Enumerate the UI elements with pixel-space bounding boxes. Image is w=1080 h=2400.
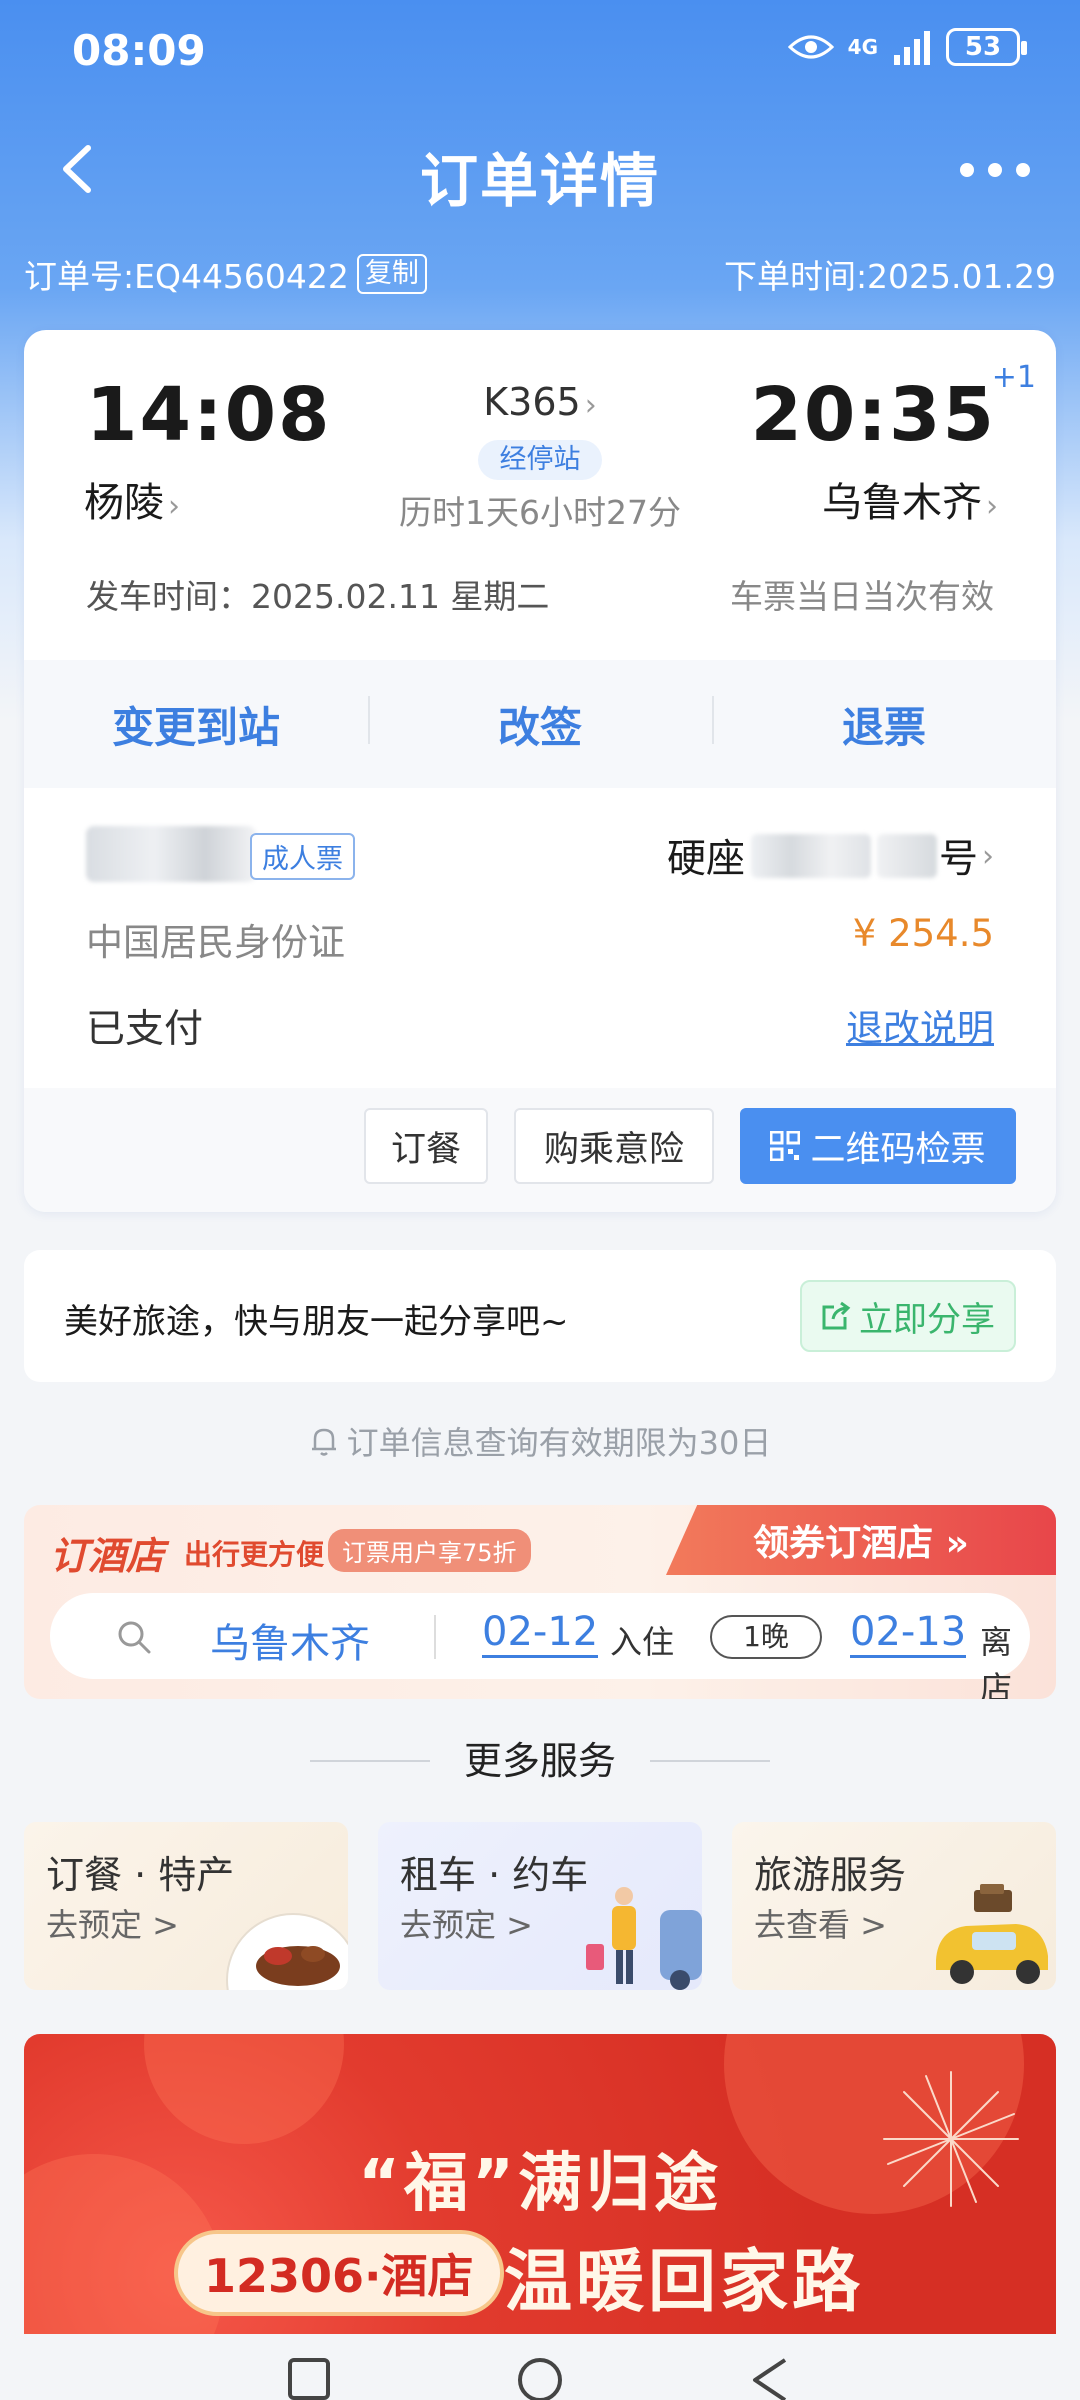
ticket-card-buttons: 订餐 购乘意险 二维码检票 bbox=[24, 1088, 1056, 1212]
status-icons: 4G 53 bbox=[787, 28, 1027, 66]
order-time: 下单时间:2025.01.29 bbox=[723, 257, 1056, 296]
trip-info: 14:08 杨陵 › K365 › 经停站 历时1天6小时27分 20:35 +1 … bbox=[24, 330, 1056, 660]
service-name: 租车 · 约车 bbox=[400, 1853, 589, 1897]
hotel-city[interactable]: 乌鲁木齐 bbox=[210, 1611, 370, 1669]
refund-button[interactable]: 退票 bbox=[712, 694, 1056, 755]
food-plate-icon bbox=[226, 1913, 348, 1990]
refund-info-link[interactable]: 退改说明 bbox=[846, 998, 994, 1052]
share-card: 美好旅途，快与朋友一起分享吧~ 立即分享 bbox=[24, 1250, 1056, 1382]
banner-title: “福”满归途 bbox=[357, 2147, 723, 2221]
system-nav-bar bbox=[0, 2334, 1080, 2400]
train-number-text: K365 bbox=[483, 380, 581, 424]
share-text: 美好旅途，快与朋友一起分享吧~ bbox=[64, 1302, 569, 1342]
checkout-label: 离店 bbox=[980, 1623, 1013, 1699]
change-destination-button[interactable]: 变更到站 bbox=[24, 694, 368, 755]
seat-info[interactable]: 硬座 号 › bbox=[667, 828, 994, 884]
departure-date: 发车时间：2025.02.11 星期二 bbox=[86, 577, 550, 616]
home-icon[interactable] bbox=[515, 2352, 565, 2400]
ticket-card: 14:08 杨陵 › K365 › 经停站 历时1天6小时27分 20:35 +1 … bbox=[24, 330, 1056, 1212]
hotel-coupon-button[interactable]: 领券订酒店 » bbox=[666, 1505, 1056, 1575]
arrival-station[interactable]: 乌鲁木齐 › bbox=[822, 470, 998, 528]
passenger-info: 成人票 硬座 号 › 中国居民身份证 ¥ 254.5 已支付 退改说明 bbox=[24, 788, 1056, 1088]
seat-class: 硬座 bbox=[666, 837, 745, 882]
order-number: 订单号:EQ44560422 复制 bbox=[24, 250, 427, 298]
share-icon bbox=[822, 1301, 851, 1330]
service-travel[interactable]: 旅游服务 去查看 > bbox=[732, 1822, 1056, 1990]
stops-button[interactable]: 经停站 bbox=[478, 440, 602, 480]
ticket-type-badge: 成人票 bbox=[250, 833, 355, 880]
qr-check-in-button[interactable]: 二维码检票 bbox=[740, 1108, 1016, 1184]
arrival-day-offset: +1 bbox=[991, 360, 1036, 395]
promo-banner[interactable]: “福”满归途 12306·酒店 温暖回家路 bbox=[24, 2034, 1056, 2334]
service-name: 订餐 · 特产 bbox=[46, 1853, 235, 1897]
query-validity-text: 订单信息查询有效期限为30日 bbox=[346, 1424, 772, 1462]
banner-slogan: 温暖回家路 bbox=[504, 2243, 865, 2322]
qr-code-icon bbox=[770, 1131, 801, 1161]
copy-button[interactable]: 复制 bbox=[356, 254, 427, 294]
id-type: 中国居民身份证 bbox=[86, 921, 345, 964]
ticket-validity: 车票当日当次有效 bbox=[730, 577, 994, 616]
traveler-car-icon bbox=[586, 1887, 702, 1990]
battery-icon: 53 bbox=[946, 28, 1027, 66]
buy-insurance-button[interactable]: 购乘意险 bbox=[514, 1108, 714, 1184]
divider bbox=[650, 1760, 770, 1762]
chevron-right-icon: › bbox=[986, 489, 998, 524]
back-icon[interactable] bbox=[745, 2352, 795, 2400]
checkin-date[interactable]: 02-12 bbox=[482, 1609, 599, 1658]
reschedule-button[interactable]: 改签 bbox=[368, 694, 712, 755]
service-car-rental[interactable]: 租车 · 约车 去预定 > bbox=[378, 1822, 702, 1990]
share-button-label: 立即分享 bbox=[859, 1299, 995, 1340]
battery-level: 53 bbox=[964, 32, 1002, 62]
car-luggage-icon bbox=[936, 1884, 1048, 1984]
share-button[interactable]: 立即分享 bbox=[800, 1280, 1016, 1352]
bell-icon bbox=[311, 1428, 336, 1456]
arrival-time: 20:35 bbox=[750, 372, 996, 458]
payment-status: 已支付 bbox=[86, 1007, 204, 1052]
order-meta: 订单号:EQ44560422 复制 下单时间:2025.01.29 bbox=[24, 250, 1056, 300]
hotel-search-bar[interactable]: 乌鲁木齐 02-12 入住 1晚 02-13 离店 bbox=[50, 1593, 1030, 1699]
hotel-booking-card: 订酒店 出行更方便 订票用户享75折 领券订酒店 » 乌鲁木齐 02-12 入住… bbox=[24, 1505, 1056, 1699]
app-header: 订单详情 bbox=[0, 110, 1080, 230]
checkout-date[interactable]: 02-13 bbox=[850, 1609, 967, 1658]
divider bbox=[434, 1615, 436, 1659]
car-number-redacted bbox=[750, 834, 871, 878]
search-icon bbox=[118, 1621, 151, 1654]
signal-icon bbox=[894, 31, 930, 65]
service-link: 去预定 > bbox=[400, 1906, 533, 1944]
hotel-title: 订酒店 bbox=[50, 1534, 165, 1578]
eye-icon bbox=[787, 35, 834, 59]
more-services-title: 更多服务 bbox=[463, 1739, 616, 1783]
ticket-actions: 变更到站 改签 退票 bbox=[24, 660, 1056, 788]
service-meal-specialty[interactable]: 订餐 · 特产 去预定 > bbox=[24, 1822, 348, 1990]
hotel-subtitle: 出行更方便 bbox=[184, 1538, 325, 1571]
network-label: 4G bbox=[847, 35, 878, 59]
ticket-price: ¥ 254.5 bbox=[852, 912, 994, 955]
nights-count: 1晚 bbox=[710, 1615, 822, 1659]
qr-check-in-label: 二维码检票 bbox=[810, 1129, 986, 1170]
banner-decoration bbox=[144, 2034, 344, 2144]
banner-tag: 12306·酒店 bbox=[174, 2230, 504, 2316]
service-link: 去查看 > bbox=[754, 1906, 887, 1944]
service-name: 旅游服务 bbox=[754, 1853, 907, 1897]
status-time: 08:09 bbox=[72, 26, 206, 75]
page-title: 订单详情 bbox=[419, 147, 660, 215]
recent-apps-icon[interactable] bbox=[284, 2352, 334, 2400]
passenger-name-redacted bbox=[86, 826, 256, 882]
seat-number-redacted bbox=[876, 834, 937, 878]
chevron-right-icon: › bbox=[982, 838, 994, 874]
hotel-discount-badge: 订票用户享75折 bbox=[328, 1529, 531, 1572]
seat-suffix: 号 bbox=[938, 837, 978, 882]
order-number-text: 订单号:EQ44560422 bbox=[24, 257, 349, 296]
query-validity-note: 订单信息查询有效期限为30日 bbox=[0, 1418, 1080, 1464]
arrival-station-name: 乌鲁木齐 bbox=[822, 480, 982, 526]
order-meal-button[interactable]: 订餐 bbox=[364, 1108, 488, 1184]
chevron-right-icon: › bbox=[584, 388, 597, 423]
service-link: 去预定 > bbox=[46, 1906, 179, 1944]
status-bar: 08:09 4G 53 bbox=[0, 0, 1080, 110]
more-options-icon[interactable] bbox=[960, 150, 1030, 190]
checkin-label: 入住 bbox=[610, 1623, 675, 1661]
